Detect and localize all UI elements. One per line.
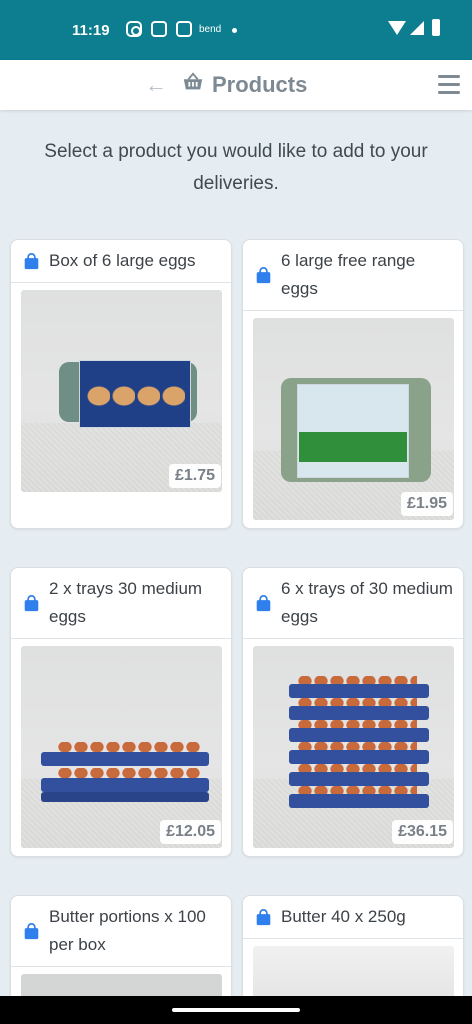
hamburger-menu-icon[interactable] (438, 75, 460, 95)
product-price: £12.05 (160, 820, 221, 844)
intro-text: Select a product you would like to add t… (44, 141, 428, 194)
product-image (21, 646, 222, 848)
product-card-header: Butter 40 x 250g (243, 896, 463, 939)
product-price: £1.75 (168, 464, 221, 488)
app-bar: ← Products (0, 60, 472, 110)
shopping-bag-icon (24, 594, 39, 611)
product-name: Butter portions x 100 per box (49, 907, 206, 954)
outlook-icon (151, 21, 167, 37)
page-title: Products (212, 72, 308, 97)
product-name: Butter 40 x 250g (281, 907, 406, 926)
more-notifications-dot (232, 28, 237, 33)
product-card[interactable]: Box of 6 large eggs £1.75 (10, 239, 232, 529)
product-card[interactable]: 6 large free range eggs £1.95 (242, 239, 464, 529)
product-card[interactable]: 6 x trays of 30 medium eggs £36.15 (242, 567, 464, 857)
home-gesture-handle[interactable] (172, 1008, 300, 1012)
shopping-bag-icon (256, 266, 271, 283)
shopping-bag-icon (256, 908, 271, 925)
product-name: 2 x trays 30 medium eggs (49, 579, 203, 626)
product-name: Box of 6 large eggs (49, 251, 196, 270)
product-name: 6 x trays of 30 medium eggs (281, 579, 453, 626)
battery-icon (432, 19, 440, 36)
product-image (253, 318, 454, 520)
status-bar: 11:19 bend (0, 0, 472, 60)
signal-icon (410, 21, 424, 35)
instagram-icon (126, 21, 142, 37)
product-card-header: 2 x trays 30 medium eggs (11, 568, 231, 639)
shopping-bag-icon (24, 252, 39, 269)
wifi-icon (388, 21, 406, 35)
product-card-header: Box of 6 large eggs (11, 240, 231, 283)
outlook-icon (176, 21, 192, 37)
product-image (253, 646, 454, 848)
product-card-header: Butter portions x 100 per box (11, 896, 231, 967)
navigation-bar (0, 996, 472, 1024)
product-card-header: 6 large free range eggs (243, 240, 463, 311)
shopping-bag-icon (24, 922, 39, 939)
basket-icon (183, 72, 203, 90)
product-price: £1.95 (400, 492, 453, 516)
notification-label: bend (199, 24, 222, 35)
back-arrow-icon[interactable]: ← (145, 72, 167, 98)
product-image (21, 290, 222, 492)
product-card[interactable]: 2 x trays 30 medium eggs £12.05 (10, 567, 232, 857)
product-price: £36.15 (392, 820, 453, 844)
product-card-header: 6 x trays of 30 medium eggs (243, 568, 463, 639)
product-name: 6 large free range eggs (281, 251, 416, 298)
shopping-bag-icon (256, 594, 271, 611)
status-time: 11:19 (72, 22, 110, 39)
